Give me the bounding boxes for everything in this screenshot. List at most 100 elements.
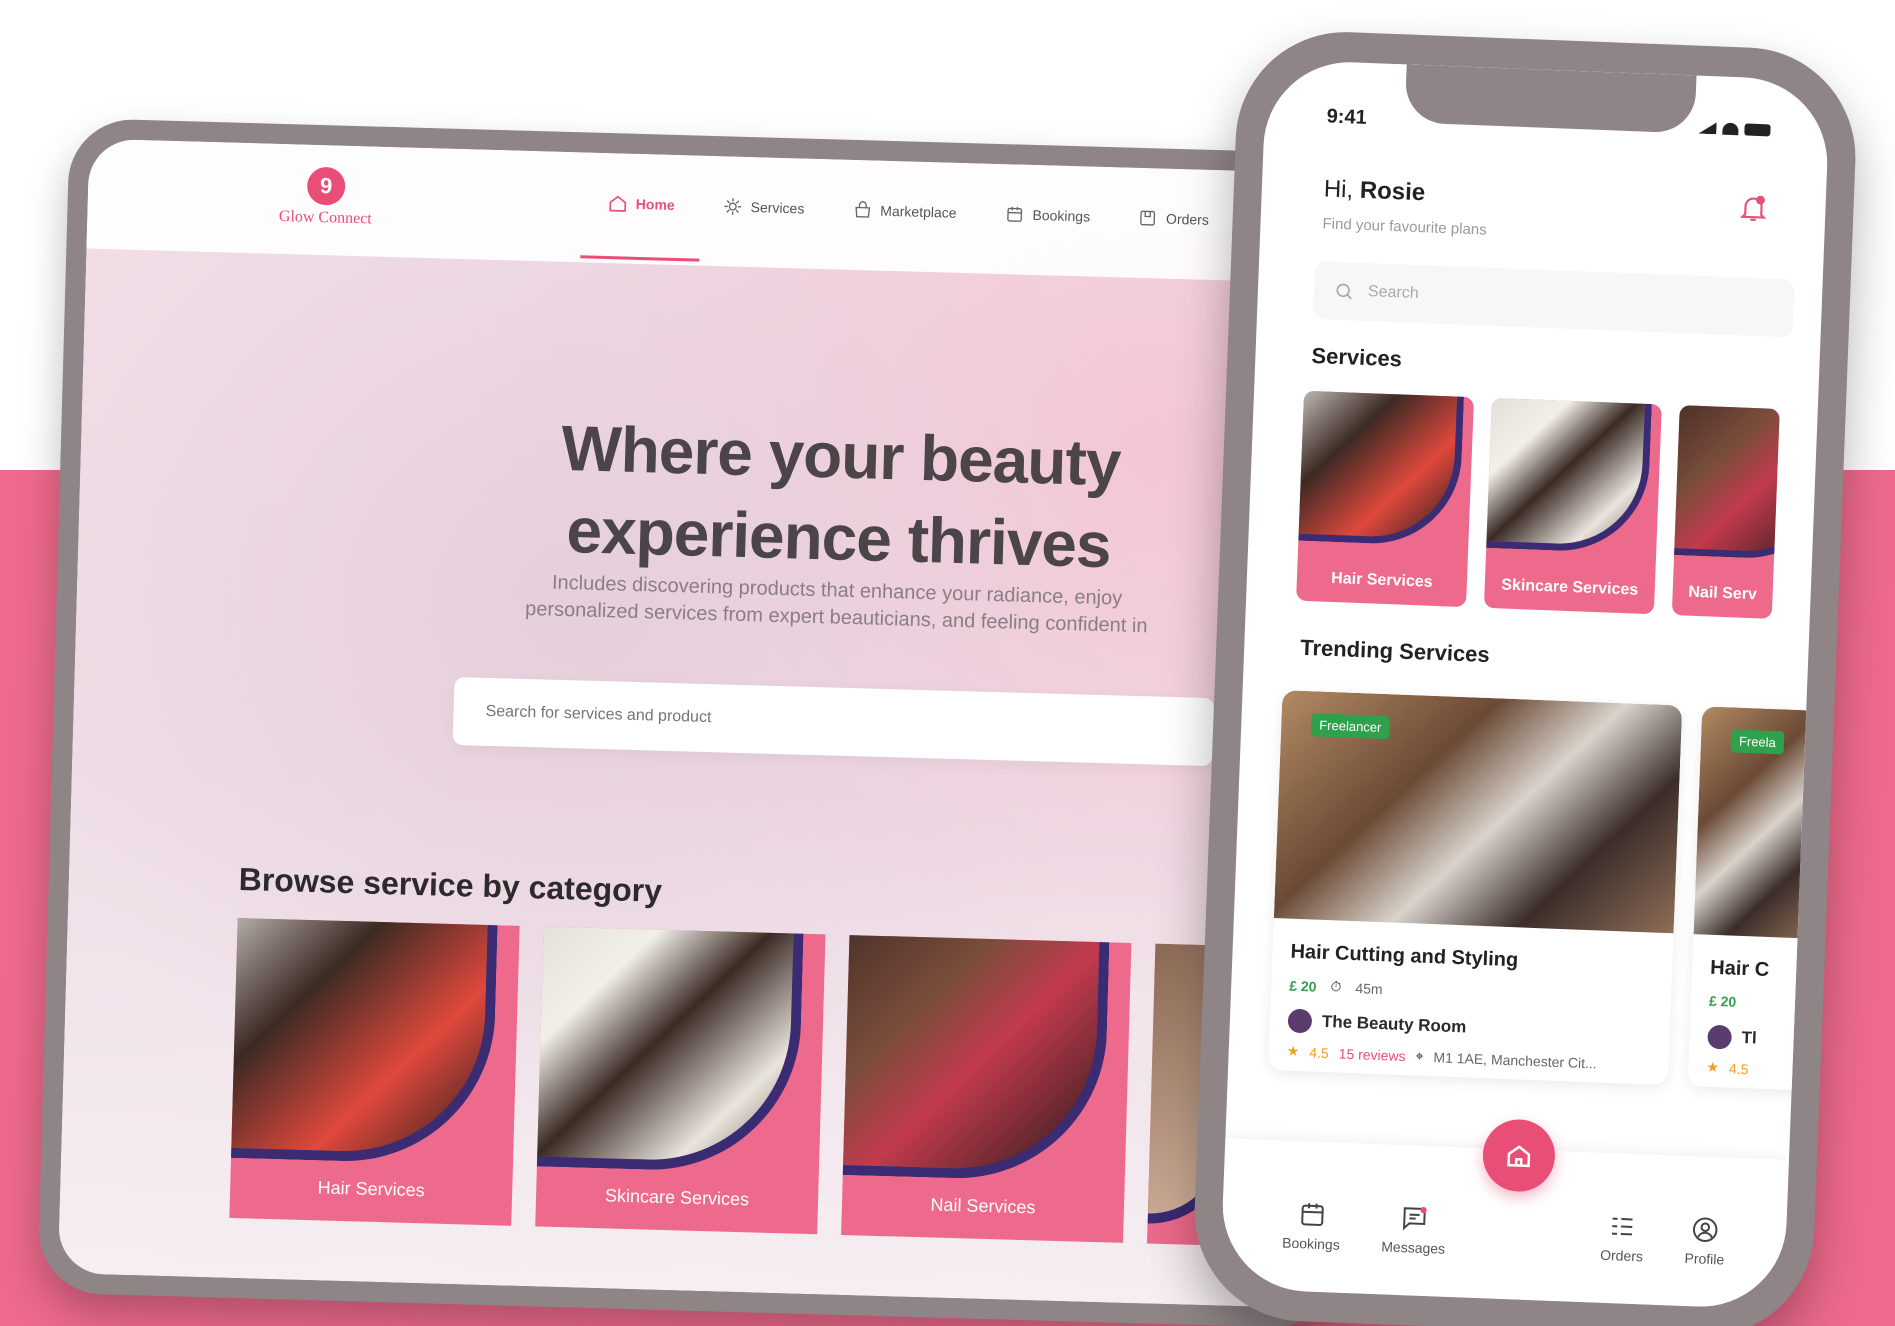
duration: 45m [1355,979,1383,997]
star-icon: ★ [1706,1058,1720,1076]
nav-home-label: Home [635,195,675,213]
category-label: Nail Services [930,1194,1036,1218]
nav-marketplace-label: Marketplace [880,202,957,221]
shop-name: The Beauty Room [1321,1011,1467,1037]
category-card-skincare[interactable]: Skincare Services [535,926,826,1235]
category-cards: Hair Services Skincare Services Nail Ser… [229,917,1236,1246]
skincare-services-image [535,926,805,1174]
service-card-nail[interactable]: Nail Serv [1671,405,1780,619]
orders-icon [1140,210,1156,226]
price: £ 20 [1708,992,1737,1010]
tablet-screen: 9 Glow Connect Home Services Marketplace [57,138,1349,1309]
tab-bookings[interactable]: Bookings [1282,1199,1342,1253]
skincare-services-image [1483,397,1653,554]
tab-profile[interactable]: Profile [1684,1214,1726,1267]
nav-services[interactable]: Services [722,196,805,218]
rating-value: 4.5 [1309,1043,1330,1061]
nail-services-image [841,935,1111,1183]
category-label: Skincare Services [604,1185,750,1210]
trending-card-meta: £ 20 ⏱ 45m [1289,977,1383,998]
services-icon [724,198,742,215]
freelancer-badge: Freelancer [1310,713,1390,740]
tab-label: Messages [1381,1238,1446,1257]
status-icons [1698,122,1771,137]
reviews-link[interactable]: 15 reviews [1338,1045,1405,1064]
home-fab-button[interactable] [1481,1118,1557,1193]
shop-avatar [1287,1008,1313,1034]
shop-name: Tl [1741,1028,1758,1048]
calendar-icon [1007,206,1022,222]
logo-text: Glow Connect [278,207,372,228]
nav-links: Home Services Marketplace Bookings Order… [608,193,1210,230]
service-card-skincare[interactable]: Skincare Services [1483,397,1662,615]
shop-avatar [1707,1024,1733,1050]
category-card-hair[interactable]: Hair Services [229,917,520,1226]
greeting-prefix: Hi, [1323,175,1361,204]
trending-card-title: Hair Cutting and Styling [1290,940,1519,972]
tab-label: Profile [1684,1249,1725,1268]
orders-icon [1612,1217,1634,1236]
hair-services-image [1296,390,1465,547]
nail-services-image [1671,405,1780,562]
tablet-device: 9 Glow Connect Home Services Marketplace [37,118,1370,1326]
price: £ 20 [1288,977,1317,995]
category-label: Hair Services [317,1177,425,1201]
battery-icon [1744,123,1771,137]
greeting-subtitle: Find your favourite plans [1322,215,1488,239]
service-label: Hair Services [1330,569,1433,591]
nav-bookings-label: Bookings [1032,206,1091,225]
trending-card-title: Hair C [1709,956,1770,981]
bottom-tab-bar: Bookings Messages Orders Profile [1219,1118,1789,1310]
home-icon [609,195,627,212]
tab-orders[interactable]: Orders [1599,1211,1645,1265]
search-placeholder: Search [1367,283,1419,303]
tab-messages[interactable]: Messages [1381,1202,1447,1257]
phone-device: 9:41 Hi, Rosie Find your favourite plans… [1190,28,1860,1326]
rating-row: ★ 4.5 15 reviews ⌖ M1 1AE, Manchester Ci… [1286,1043,1597,1072]
nav-marketplace[interactable]: Marketplace [852,200,957,223]
nav-orders-label: Orders [1165,210,1210,228]
trending-card-meta: £ 20 [1709,993,1737,1010]
messages-icon [1402,1207,1427,1231]
brand-logo[interactable]: 9 Glow Connect [265,166,387,229]
location-text: M1 1AE, Manchester Cit... [1433,1048,1598,1071]
trending-card[interactable]: Freelancer Hair Cutting and Styling £ 20… [1268,690,1683,1086]
nav-home[interactable]: Home [608,193,675,215]
home-icon [1507,1145,1531,1168]
nav-orders[interactable]: Orders [1138,208,1209,230]
trending-card[interactable]: Freela Hair C £ 20 Tl ★ 4.5 [1687,706,1823,1091]
services-heading: Services [1311,342,1403,372]
hair-services-image [229,917,499,1166]
home-tab-spacer [1486,1258,1558,1261]
signal-icon [1698,122,1716,135]
category-card-nail[interactable]: Nail Services [841,935,1132,1243]
service-label: Nail Serv [1688,583,1758,604]
logo-badge: 9 [306,166,346,206]
nav-bookings[interactable]: Bookings [1004,204,1090,226]
search-icon [1336,283,1352,300]
phone-search-input[interactable]: Search [1312,261,1795,338]
rating-value: 4.5 [1728,1060,1749,1077]
nav-services-label: Services [750,199,805,217]
tab-label: Bookings [1281,1234,1341,1253]
wifi-icon [1722,122,1739,136]
trending-cards: Freelancer Hair Cutting and Styling £ 20… [1268,690,1823,1091]
location-pin-icon: ⌖ [1415,1047,1424,1064]
user-name: Rosie [1359,176,1426,207]
notification-bell-icon[interactable] [1737,191,1770,224]
tab-label: Orders [1599,1246,1644,1265]
service-label: Skincare Services [1500,576,1639,599]
service-card-hair[interactable]: Hair Services [1296,390,1474,608]
phone-notch [1404,64,1697,134]
rating-row: ★ 4.5 [1706,1059,1749,1078]
greeting: Hi, Rosie [1323,175,1425,207]
marketplace-icon [855,201,870,218]
phone-screen: 9:41 Hi, Rosie Find your favourite plans… [1219,59,1831,1310]
hero-search-input[interactable] [452,676,1215,767]
trending-heading: Trending Services [1299,634,1491,668]
hero-title: Where your beauty experience thrives [488,405,1192,588]
calendar-icon [1300,1203,1324,1226]
browse-category-title: Browse service by category [238,861,663,909]
freelancer-badge: Freela [1730,729,1785,755]
shop-row: Tl [1707,1024,1758,1051]
